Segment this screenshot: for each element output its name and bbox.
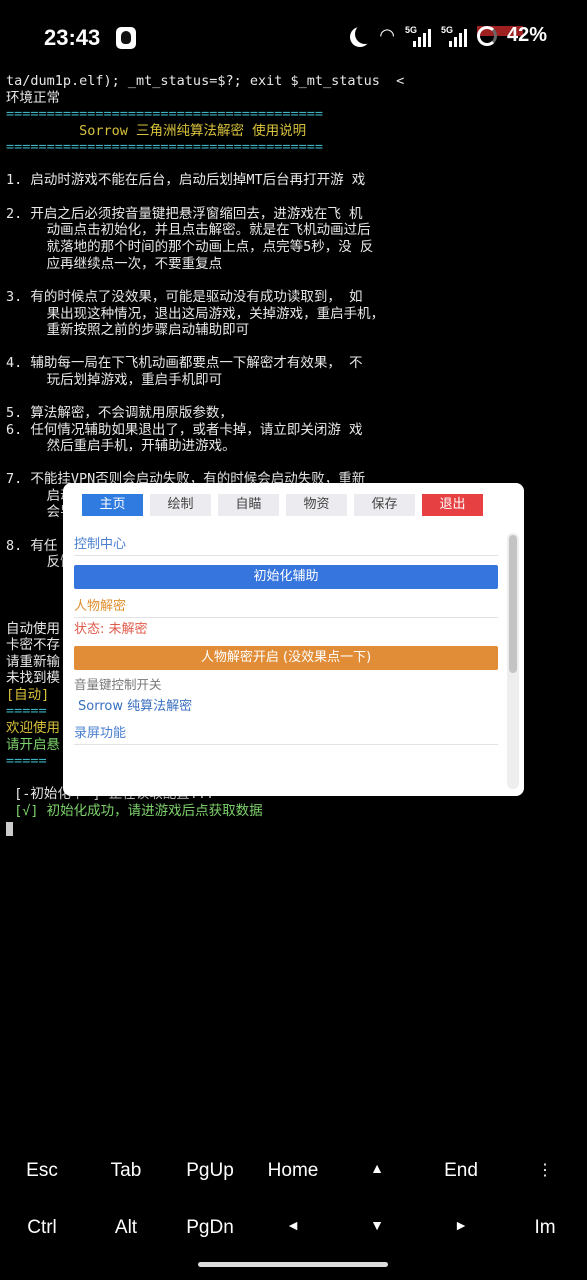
terminal-line: 玩后划掉游戏，重启手机即可 xyxy=(6,372,223,388)
terminal-divider: ===== xyxy=(6,753,47,769)
floating-menu-panel[interactable]: 主页 绘制 自瞄 物资 保存 退出 控制中心 初始化辅助 人物解密 状态: 未解… xyxy=(63,483,524,796)
terminal-line: 2. 开启之后必须按音量键把悬浮窗缩回去，进游戏在飞 机 xyxy=(6,206,363,222)
status-bar: 23:43 ◠ 5G 5G 42% xyxy=(0,0,587,78)
terminal-line: [√] 初始化成功，请进游戏后点获取数据 xyxy=(6,803,263,819)
terminal-line: 请开启悬 xyxy=(6,737,60,753)
panel-tabs: 主页 绘制 自瞄 物资 保存 退出 xyxy=(82,494,483,516)
tab-draw[interactable]: 绘制 xyxy=(150,494,211,516)
terminal-line: 环境正常 xyxy=(6,90,60,106)
terminal-line: 重新按照之前的步骤启动辅助即可 xyxy=(6,322,250,338)
terminal-line: 果出现这种情况，退出这局游戏，关掉游戏，重启手机， xyxy=(6,306,385,322)
key-more-icon[interactable]: ⋮ xyxy=(503,1160,587,1180)
key-tab[interactable]: Tab xyxy=(84,1160,168,1182)
terminal-divider: ===== xyxy=(6,703,47,719)
status-time: 23:43 xyxy=(44,25,101,50)
key-esc[interactable]: Esc xyxy=(0,1160,84,1182)
terminal-line: 1. 启动时游戏不能在后台，启动后划掉MT后台再打开游 戏 xyxy=(6,172,366,188)
terminal-line: 欢迎使用 xyxy=(6,720,60,736)
tab-home[interactable]: 主页 xyxy=(82,494,143,516)
terminal-divider: ======================================= xyxy=(6,106,323,122)
signal-5g-icon: 5G xyxy=(441,25,467,47)
qq-icon xyxy=(116,27,136,49)
key-alt[interactable]: Alt xyxy=(84,1217,168,1239)
extra-keys-bar: Esc Tab PgUp Home ▲ End ⋮ Ctrl Alt PgDn … xyxy=(0,1145,587,1255)
terminal-line: [自动] xyxy=(6,687,50,703)
terminal-line: ta/dum1p.elf); _mt_status=$?; exit $_mt_… xyxy=(6,73,405,89)
signal-5g-icon: 5G xyxy=(405,25,431,47)
key-pgdn[interactable]: PgDn xyxy=(168,1217,252,1239)
terminal-line: 就落地的那个时间的那个动画上点，点完等5秒，没 反 xyxy=(6,239,374,255)
wifi-icon: ◠ xyxy=(379,25,395,45)
tab-exit[interactable]: 退出 xyxy=(422,494,483,516)
battery-icon xyxy=(476,25,497,46)
terminal-line: 5. 算法解密，不会调就用原版参数， xyxy=(6,405,233,421)
key-up-arrow-icon[interactable]: ▲ xyxy=(335,1160,419,1176)
terminal-line: 8. 有任 xyxy=(6,538,58,554)
terminal-cursor xyxy=(6,822,13,836)
terminal-line: 然后重启手机，开辅助进游戏。 xyxy=(6,438,236,454)
terminal-line: 请重新输 xyxy=(6,654,60,670)
tab-aim[interactable]: 自瞄 xyxy=(218,494,279,516)
terminal-line: 3. 有的时候点了没效果，可能是驱动没有成功读取到， 如 xyxy=(6,289,363,305)
terminal-line: 4. 辅助每一局在下飞机动画都要点一下解密才有效果， 不 xyxy=(6,355,363,371)
terminal-line: 自动使用 xyxy=(6,621,60,637)
terminal-line: 6. 任何情况辅助如果退出了，或者卡掉，请立即关闭游 戏 xyxy=(6,422,363,438)
section-screen-record: 录屏功能 xyxy=(74,724,498,745)
home-indicator[interactable] xyxy=(198,1262,388,1267)
key-im[interactable]: Im xyxy=(503,1217,587,1239)
init-button[interactable]: 初始化辅助 xyxy=(74,565,498,589)
section-control-center: 控制中心 xyxy=(74,535,498,556)
moon-icon xyxy=(355,24,375,44)
terminal-title: Sorrow 三角洲纯算法解密 使用说明 xyxy=(6,123,307,139)
decrypt-status: 状态: 未解密 xyxy=(74,622,148,637)
key-pgup[interactable]: PgUp xyxy=(168,1160,252,1182)
tab-items[interactable]: 物资 xyxy=(286,494,347,516)
key-right-arrow-icon[interactable]: ► xyxy=(419,1217,503,1233)
section-character-decrypt: 人物解密 xyxy=(74,597,498,618)
key-down-arrow-icon[interactable]: ▼ xyxy=(335,1217,419,1233)
panel-scrollbar-thumb[interactable] xyxy=(509,535,517,673)
volume-toggle-label[interactable]: 音量键控制开关 xyxy=(74,675,498,695)
key-home[interactable]: Home xyxy=(251,1160,335,1182)
decrypt-button[interactable]: 人物解密开启 (没效果点一下) xyxy=(74,646,498,670)
terminal-divider: ======================================= xyxy=(6,139,323,155)
key-end[interactable]: End xyxy=(419,1160,503,1182)
key-ctrl[interactable]: Ctrl xyxy=(0,1217,84,1239)
key-left-arrow-icon[interactable]: ◄ xyxy=(251,1217,335,1233)
battery-percent: 42% xyxy=(506,24,547,46)
terminal-line: 未找到模 xyxy=(6,670,60,686)
terminal-line: 卡密不存 xyxy=(6,637,60,653)
tab-save[interactable]: 保存 xyxy=(354,494,415,516)
terminal-line: 动画点击初始化，并且点击解密。就是在飞机动画过后 xyxy=(6,222,371,238)
panel-scrollbar[interactable] xyxy=(507,533,519,789)
terminal-line: 应再继续点一次，不要重复点 xyxy=(6,256,223,272)
sorrow-decrypt-option[interactable]: Sorrow 纯算法解密 xyxy=(74,696,498,718)
